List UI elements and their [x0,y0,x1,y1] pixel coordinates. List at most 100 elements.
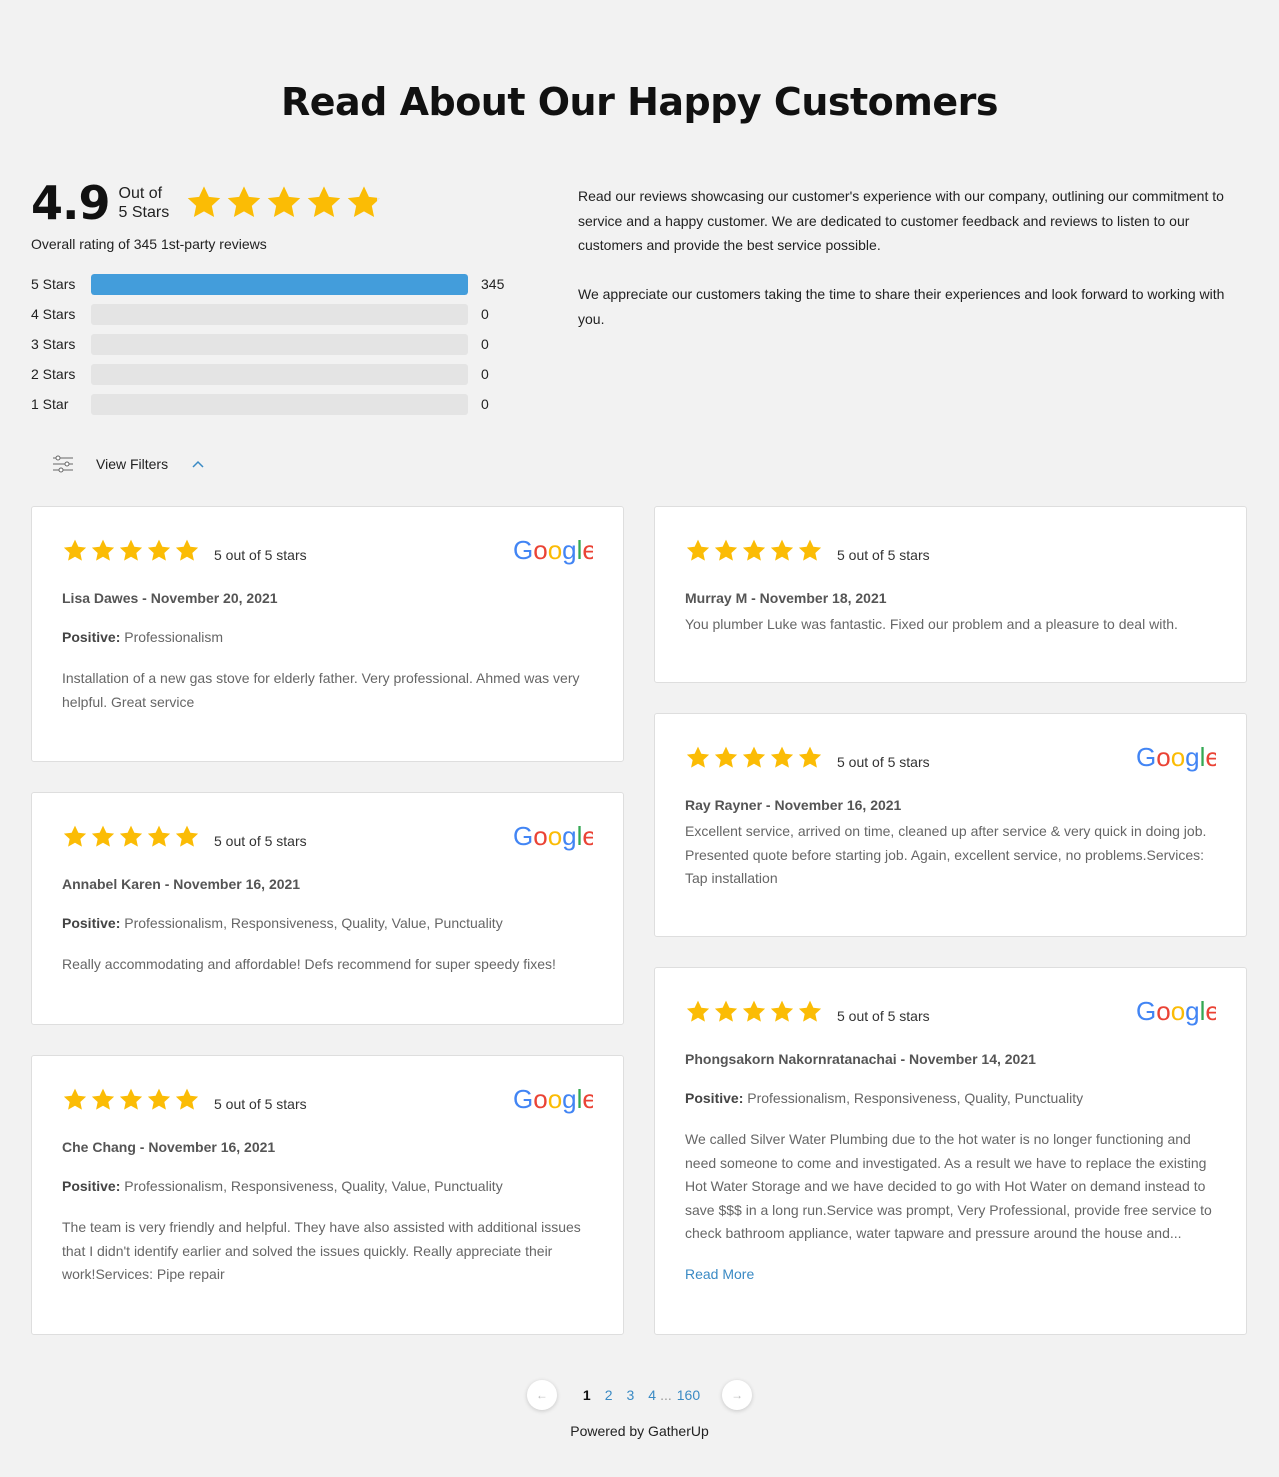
bar-count: 0 [481,396,489,412]
rating-text: 5 out of 5 stars [214,547,307,563]
rating-text: 5 out of 5 stars [837,1008,930,1024]
page-link-last[interactable]: 160 [677,1387,700,1403]
positive-attributes: Positive: Professionalism, Responsivenes… [62,915,503,931]
review-card: 5 out of 5 stars Google Phongsakorn Nako… [654,967,1247,1335]
google-logo-icon: Google [513,1084,593,1114]
google-logo-icon: Google [1136,996,1216,1026]
bar-count: 345 [481,276,505,292]
svg-text:Google: Google [513,821,593,851]
svg-text:Google: Google [1136,996,1216,1026]
five-star-rating [685,745,823,771]
bar-track [91,363,468,385]
arrow-left-icon: ← [535,1388,548,1402]
star-icon [267,186,301,218]
review-text: You plumber Luke was fantastic. Fixed ou… [685,616,1178,632]
rating-summary: 4.9 Out of 5 Stars Overall rating of 345… [31,180,511,419]
out-of-label: Out of 5 Stars [118,185,170,221]
review-card: 5 out of 5 stars Google Che Chang - Nove… [31,1055,624,1335]
prev-page-button[interactable]: ← [526,1380,557,1410]
star-icon [119,1088,143,1110]
reviewer-name-date: Che Chang - November 16, 2021 [62,1139,276,1155]
rating-text: 5 out of 5 stars [837,754,930,770]
positive-attributes: Positive: Professionalism, Responsivenes… [685,1090,1084,1106]
star-icon [686,1000,710,1022]
star-icon [742,539,766,561]
page-title: Read About Our Happy Customers [280,80,999,124]
arrow-right-icon: → [731,1388,744,1402]
view-filters-label: View Filters [96,456,169,472]
star-icon [63,539,87,561]
overall-rating-text: Overall rating of 345 1st-party reviews [31,236,267,252]
review-text: Really accommodating and affordable! Def… [62,956,556,972]
intro-paragraph: Read our reviews showcasing our customer… [578,188,1224,253]
average-score: 4.9 [31,176,110,230]
rating-text: 5 out of 5 stars [214,833,307,849]
reviewer-name-date: Annabel Karen - November 16, 2021 [62,876,301,892]
bar-row-1[interactable]: 1 Star 0 [31,389,511,419]
star-icon [175,539,199,561]
powered-by: Powered by GatherUp [570,1423,709,1439]
review-text: We called Silver Water Plumbing due to t… [685,1131,1212,1241]
review-card: 5 out of 5 stars Google Annabel Karen - … [31,792,624,1025]
five-star-rating [685,999,823,1025]
intro-paragraph: We appreciate our customers taking the t… [578,286,1225,327]
review-card: 5 out of 5 stars Google Lisa Dawes - Nov… [31,506,624,762]
star-icon [770,746,794,768]
bar-count: 0 [481,306,489,322]
view-filters-toggle[interactable]: View Filters [52,455,204,473]
bar-row-3[interactable]: 3 Stars 0 [31,329,511,359]
positive-attributes: Positive: Professionalism, Responsivenes… [62,1178,503,1194]
google-logo-icon: Google [1136,742,1216,772]
star-icon [63,1088,87,1110]
svg-text:Google: Google [513,535,593,565]
star-icon [187,186,221,218]
star-icon [798,539,822,561]
bar-track [91,333,468,355]
star-icon [686,746,710,768]
page-link-2[interactable]: 2 [605,1387,613,1403]
star-half-icon [347,186,381,218]
bar-count: 0 [481,336,489,352]
review-text: Installation of a new gas stove for elde… [62,670,580,710]
star-icon [147,825,171,847]
page-link-3[interactable]: 3 [626,1387,634,1403]
star-icon [770,539,794,561]
positive-attributes: Positive: Professionalism [62,629,224,645]
read-more-link[interactable]: Read More [685,1266,754,1282]
next-page-button[interactable]: → [722,1380,753,1410]
rating-text: 5 out of 5 stars [214,1096,307,1112]
review-text: The team is very friendly and helpful. T… [62,1219,581,1282]
star-icon [91,1088,115,1110]
bar-row-5[interactable]: 5 Stars 345 [31,269,511,299]
bar-row-2[interactable]: 2 Stars 0 [31,359,511,389]
bar-track [91,273,468,295]
star-icon [227,186,261,218]
star-icon [742,746,766,768]
intro-text: Read our reviews showcasing our customer… [578,184,1238,331]
star-icon [714,746,738,768]
page-link-1[interactable]: 1 [583,1387,591,1403]
five-star-rating [62,824,200,850]
rating-text: 5 out of 5 stars [837,547,930,563]
reviewer-name-date: Ray Rayner - November 16, 2021 [685,797,902,813]
page-ellipsis: ... [660,1387,672,1403]
bar-label: 4 Stars [31,306,76,322]
star-icon [307,186,341,218]
bar-label: 2 Stars [31,366,76,382]
bar-count: 0 [481,366,489,382]
star-icon [742,1000,766,1022]
five-star-rating [62,1087,200,1113]
review-text: Excellent service, arrived on time, clea… [685,823,1207,886]
star-icon [714,539,738,561]
page-link-4[interactable]: 4 [648,1387,656,1403]
reviewer-name-date: Lisa Dawes - November 20, 2021 [62,590,278,606]
chevron-up-icon [192,460,204,468]
star-icon [91,825,115,847]
star-icon [119,539,143,561]
star-icon [714,1000,738,1022]
bar-row-4[interactable]: 4 Stars 0 [31,299,511,329]
review-card: 5 out of 5 stars Google Ray Rayner - Nov… [654,713,1247,937]
bar-track [91,393,468,415]
star-icon [798,746,822,768]
bar-track [91,303,468,325]
